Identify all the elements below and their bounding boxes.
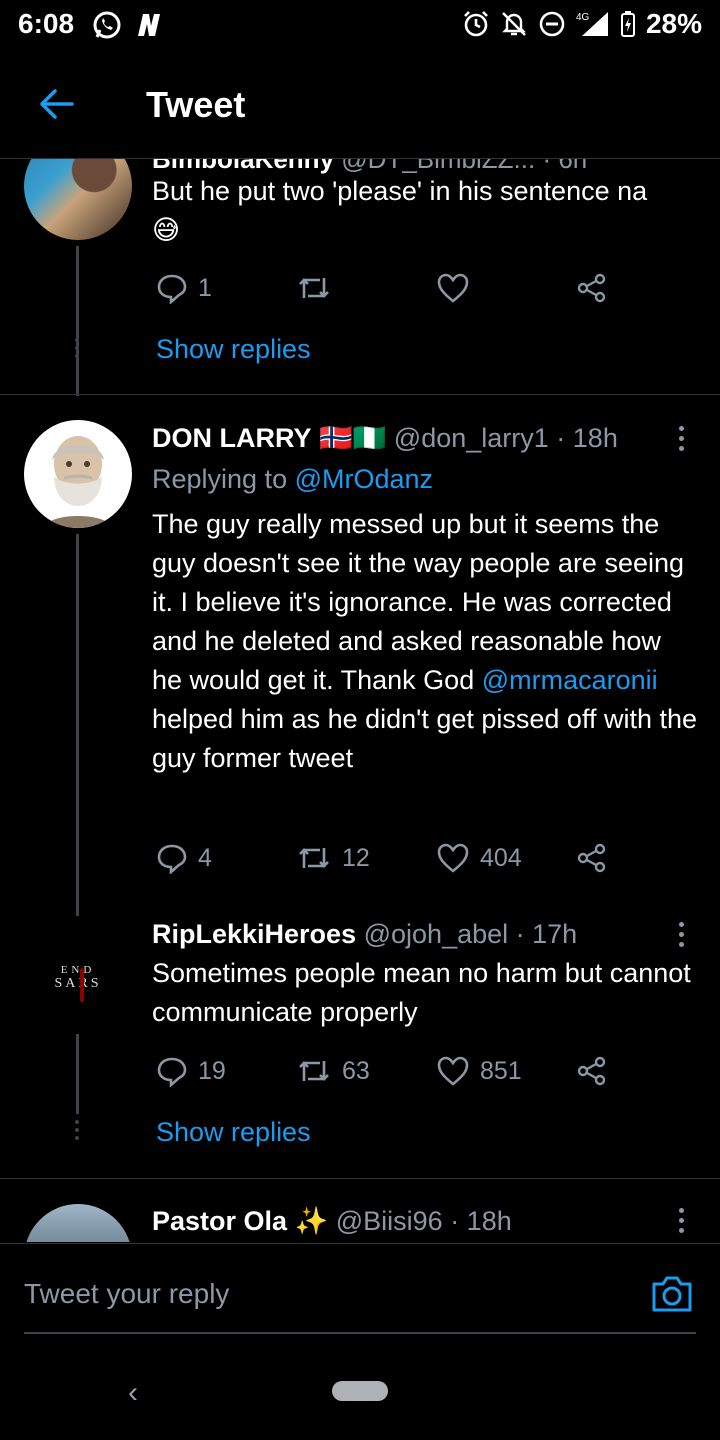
retweet-icon	[299, 848, 329, 868]
status-time: 6:08	[18, 8, 75, 39]
mention-link[interactable]: @mrmacaronii	[482, 665, 658, 695]
tweet-time: · 17h	[515, 919, 578, 949]
retweet-icon	[299, 1061, 329, 1081]
share-icon	[577, 843, 606, 873]
battery-charging-icon	[620, 11, 635, 37]
blood-drip	[80, 968, 84, 1002]
reply-count: 1	[198, 273, 212, 302]
do-not-disturb-icon	[539, 11, 565, 37]
reply-count: 4	[198, 843, 212, 872]
reply-input[interactable]: Tweet your reply	[24, 1278, 229, 1310]
home-gesture-pill[interactable]	[332, 1381, 388, 1401]
system-nav-bar: ‹	[0, 1340, 720, 1440]
retweet-icon	[299, 278, 329, 298]
like-action[interactable]: 851	[436, 1055, 576, 1087]
avatar-text-bottom: SARS	[54, 976, 102, 991]
thread-line	[76, 246, 79, 396]
socrates-bust-icon	[44, 436, 112, 528]
show-replies-link[interactable]: Show replies	[156, 334, 311, 365]
tweet-actions: 1	[156, 272, 608, 304]
reply-icon	[157, 274, 187, 304]
like-action[interactable]: 404	[436, 842, 576, 874]
tweet-menu-button[interactable]	[679, 1208, 684, 1238]
author-handle[interactable]: @Biisi96	[336, 1206, 443, 1236]
thread-dots	[75, 338, 79, 362]
retweet-count: 12	[342, 843, 370, 872]
reply-action[interactable]: 4	[156, 842, 296, 874]
avatar-text-top: END	[60, 964, 96, 976]
avatar[interactable]: END SARS	[24, 928, 132, 1036]
retweet-action[interactable]: 63	[296, 1055, 436, 1087]
like-count: 851	[480, 1056, 522, 1085]
signal-icon: 4G	[576, 12, 608, 36]
share-icon	[577, 1056, 606, 1086]
nav-back-button[interactable]: ‹	[128, 1376, 138, 1410]
reply-action[interactable]: 1	[156, 272, 296, 304]
author-flags: 🇳🇴🇳🇬	[319, 423, 387, 453]
author-name[interactable]: DON LARRY	[152, 423, 312, 453]
sparkles-icon: ✨	[294, 1206, 329, 1236]
tweet-time: · 18h	[450, 1206, 512, 1236]
author-handle[interactable]: @ojoh_abel	[364, 919, 509, 949]
like-action[interactable]	[436, 272, 576, 304]
tweet-actions: 4 12 404	[156, 842, 608, 874]
tweet-time: · 18h	[556, 423, 618, 453]
divider	[0, 394, 720, 395]
share-action[interactable]	[576, 842, 608, 874]
retweet-action[interactable]	[296, 272, 436, 304]
notifications-off-icon	[502, 12, 526, 36]
show-replies-link[interactable]: Show replies	[156, 1117, 311, 1148]
page-title: Tweet	[146, 84, 246, 125]
thread-line	[76, 1034, 79, 1114]
camera-icon[interactable]	[650, 1274, 694, 1314]
share-action[interactable]	[576, 1055, 608, 1087]
tweet-text: The guy really messed up but it seems th…	[152, 509, 698, 773]
avatar[interactable]	[24, 158, 132, 240]
tweet-menu-button[interactable]	[679, 426, 684, 456]
retweet-action[interactable]: 12	[296, 842, 436, 874]
reply-icon	[157, 1057, 187, 1087]
svg-text:4G: 4G	[576, 12, 590, 23]
retweet-count: 63	[342, 1056, 370, 1085]
status-bar: 6:08 4G 28%	[0, 0, 720, 52]
heart-icon	[437, 843, 469, 873]
arrow-left-icon[interactable]	[38, 88, 74, 120]
n-app-icon	[138, 14, 160, 36]
tweet-actions: 19 63 851	[156, 1055, 608, 1087]
like-count: 404	[480, 843, 522, 872]
whatsapp-icon	[93, 11, 121, 39]
battery-percent: 28%	[645, 8, 702, 39]
author-handle[interactable]: @don_larry1	[394, 423, 549, 453]
top-app-bar: Tweet	[0, 52, 720, 159]
author-name[interactable]: RipLekkiHeroes	[152, 919, 356, 949]
replying-to: Replying to @MrOdanz	[152, 464, 434, 494]
reply-composer: Tweet your reply	[0, 1243, 720, 1334]
author-name[interactable]: Pastor Ola	[152, 1206, 287, 1236]
avatar[interactable]	[24, 1204, 132, 1242]
tweet-author: DON LARRY 🇳🇴🇳🇬 @don_larry1 · 18h	[152, 422, 618, 454]
reply-action[interactable]: 19	[156, 1055, 296, 1087]
heart-icon	[437, 273, 469, 303]
tweet-author: RipLekkiHeroes @ojoh_abel · 17h	[152, 919, 577, 950]
avatar[interactable]	[24, 420, 132, 528]
thread-line	[76, 534, 79, 916]
tweet-menu-button[interactable]	[679, 922, 684, 952]
reply-count: 19	[198, 1056, 226, 1085]
tweet-thread[interactable]: BimbolaKenny @DT_BimbiZZ... · 6h But he …	[0, 158, 720, 1242]
tweet-text: Sometimes people mean no harm but cannot…	[152, 958, 691, 1027]
divider	[0, 1178, 720, 1179]
replying-to-handle[interactable]: @MrOdanz	[295, 464, 433, 494]
share-action[interactable]	[576, 272, 608, 304]
tweet-text: But he put two 'please' in his sentence …	[152, 176, 648, 245]
alarm-icon	[464, 11, 488, 37]
tweet-author: Pastor Ola ✨ @Biisi96 · 18h	[152, 1205, 512, 1237]
share-icon	[577, 273, 606, 303]
heart-icon	[437, 1056, 469, 1086]
reply-icon	[157, 844, 187, 874]
reply-input-underline	[24, 1332, 696, 1334]
thread-dots	[75, 1120, 79, 1144]
